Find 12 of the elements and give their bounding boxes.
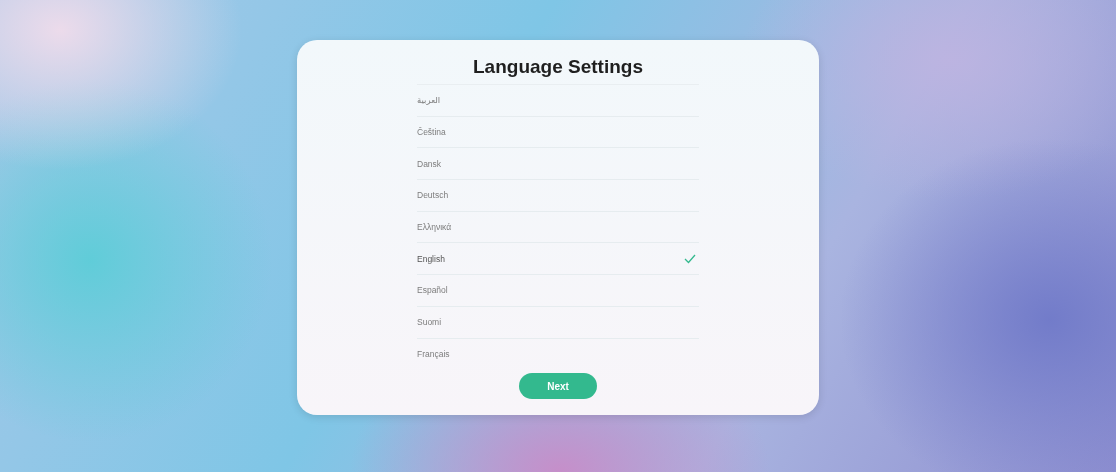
language-option[interactable]: Dansk	[417, 147, 699, 180]
checkmark-icon	[684, 253, 696, 264]
next-button[interactable]: Next	[519, 373, 597, 400]
language-option[interactable]: Français	[417, 337, 699, 370]
language-option[interactable]: English	[417, 242, 699, 275]
dialog-title: Language Settings	[473, 55, 643, 79]
language-option[interactable]: Čeština	[417, 115, 699, 148]
language-option[interactable]: Deutsch	[417, 179, 699, 211]
language-option[interactable]: العربية	[417, 84, 699, 116]
language-option[interactable]: Suomi	[417, 305, 699, 338]
language-option[interactable]: Español	[417, 274, 699, 306]
language-option[interactable]: Ελληνικά	[417, 210, 699, 243]
